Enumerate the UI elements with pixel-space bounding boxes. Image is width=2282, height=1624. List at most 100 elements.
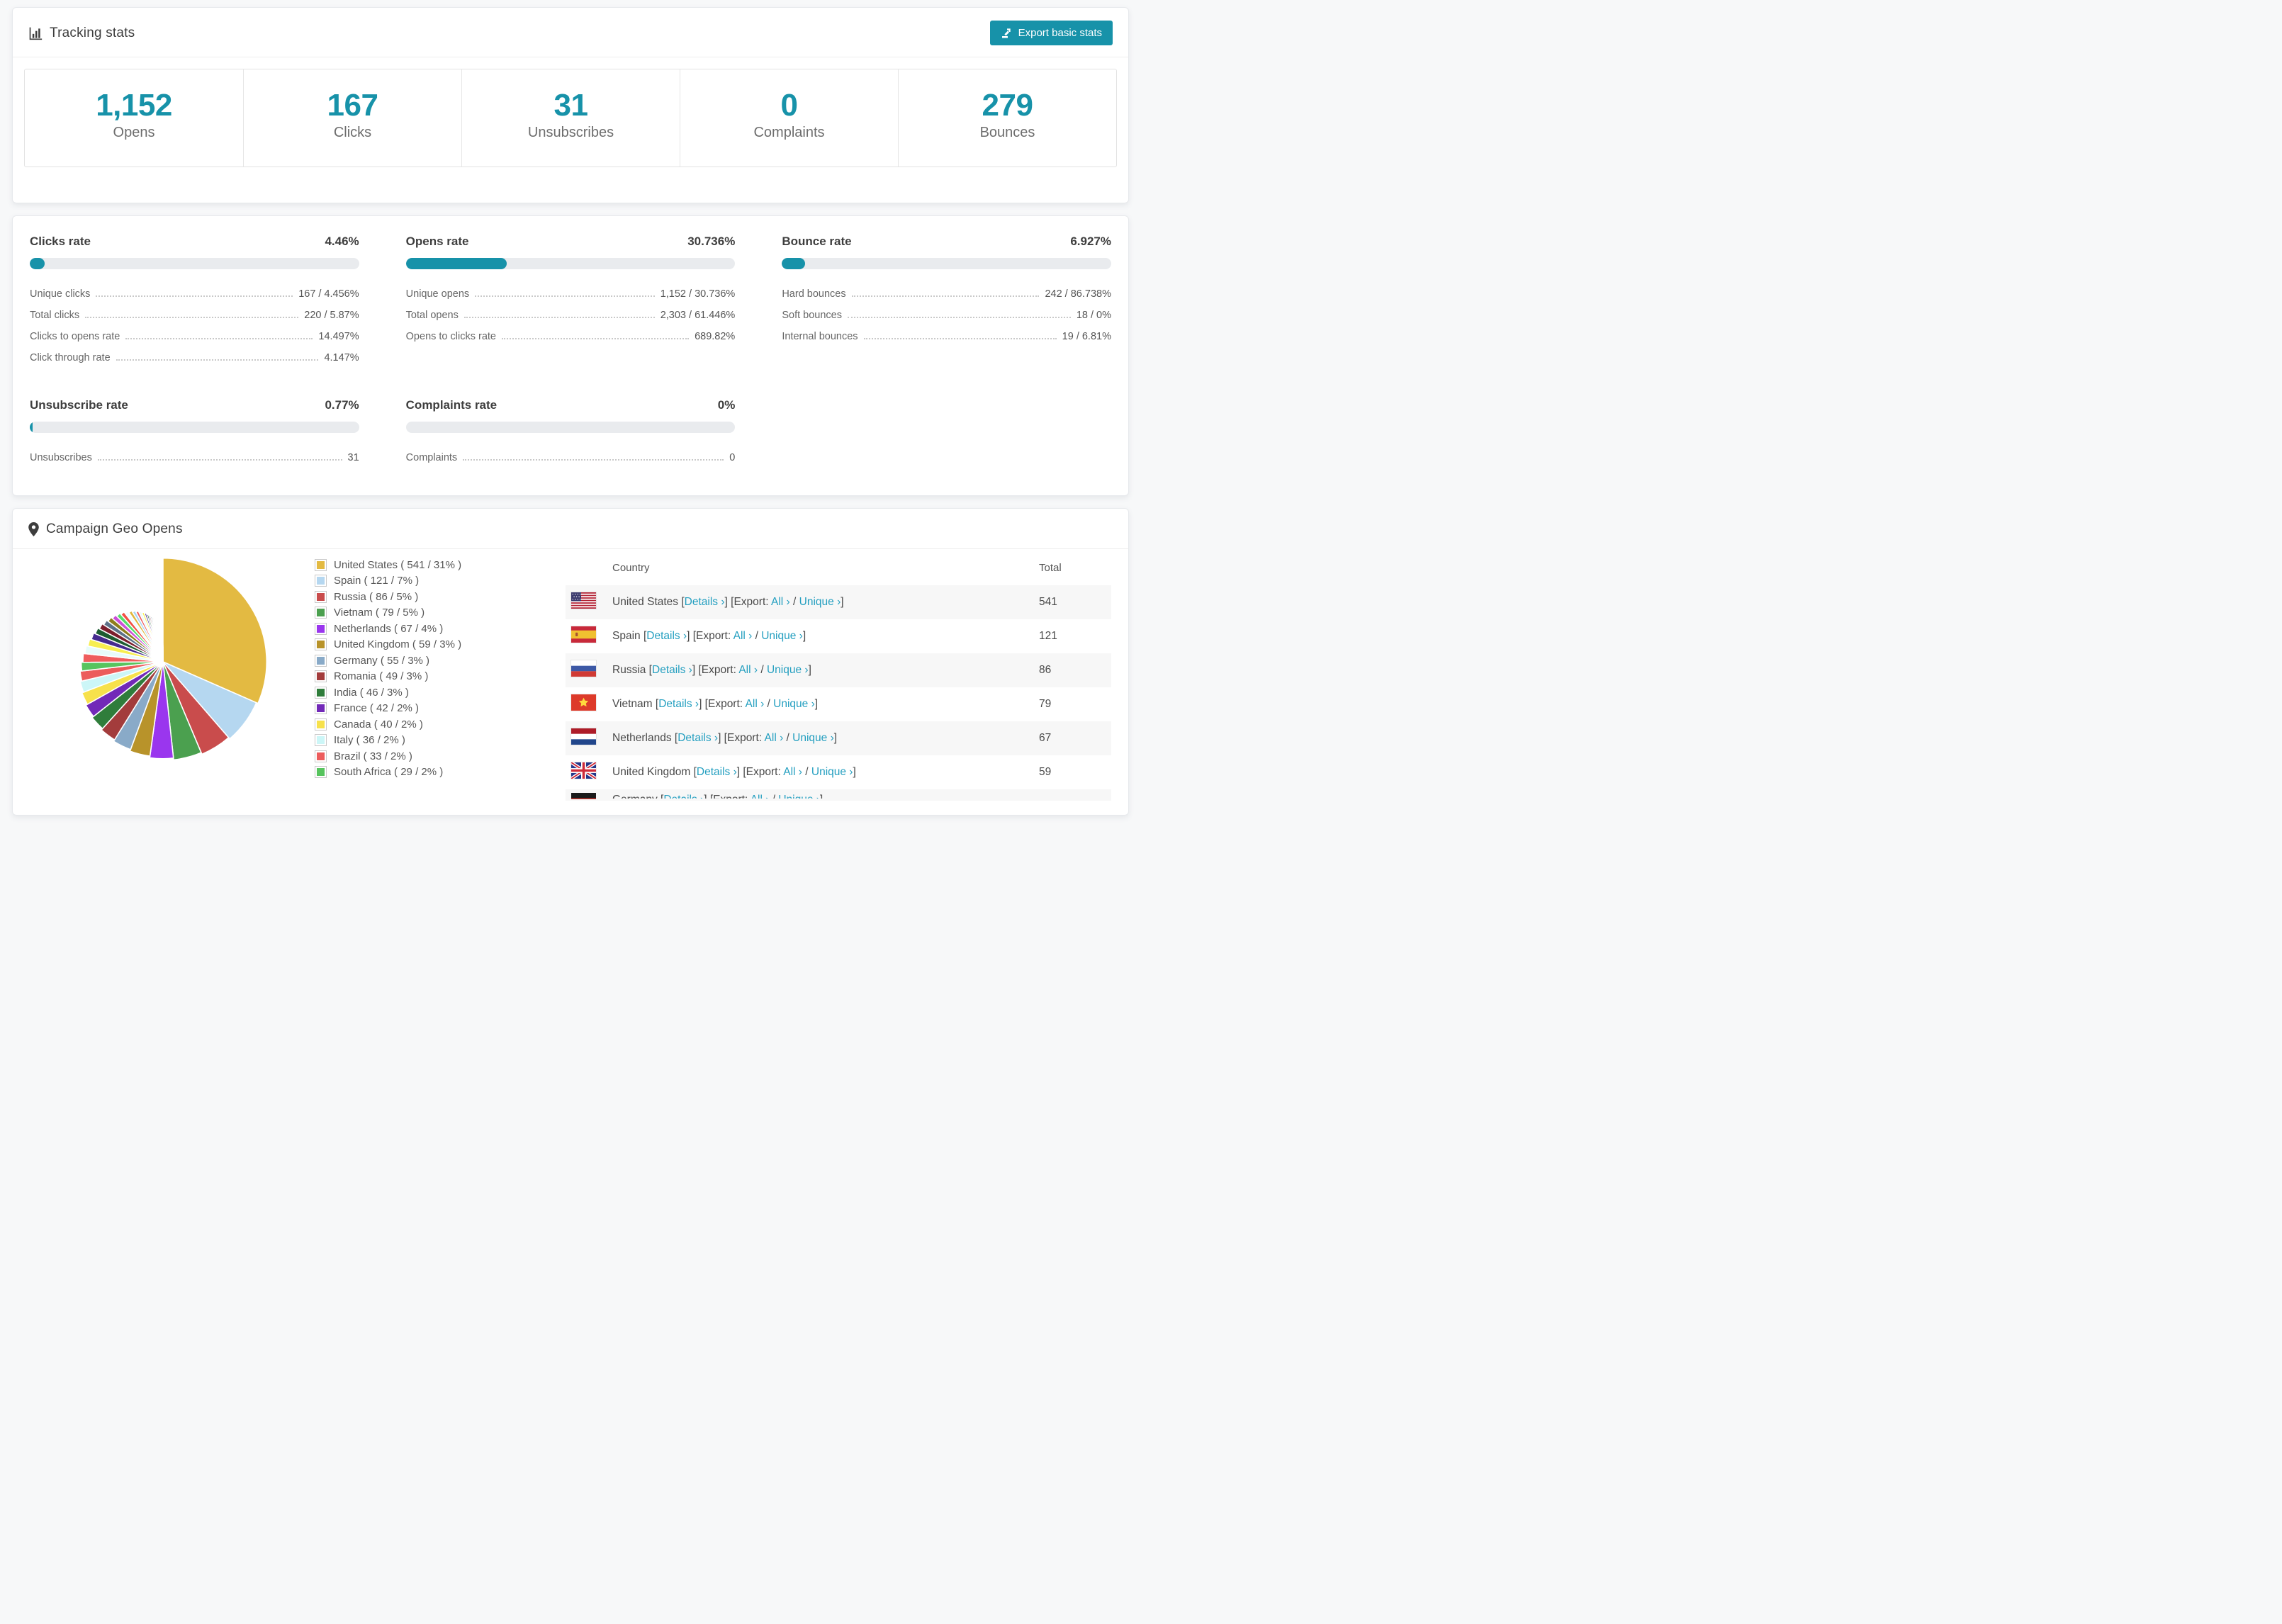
details-link[interactable]: Details ›: [646, 630, 687, 642]
rate-block-opens: Opens rate 30.736% Unique opens 1,152 / …: [405, 235, 736, 368]
rate-head: Complaints rate 0%: [406, 398, 736, 412]
export-unique-link[interactable]: Unique ›: [792, 732, 834, 744]
tracking-stats-header: Tracking stats Export basic stats: [13, 8, 1128, 57]
legend-item-india: India ( 46 / 3% ): [315, 686, 563, 699]
details-link[interactable]: Details ›: [652, 664, 692, 676]
stat-value: 1,152: [96, 88, 172, 123]
metric-clicks-to-opens-rate: Clicks to opens rate 14.497%: [30, 330, 359, 342]
export-unique-link[interactable]: Unique ›: [761, 630, 803, 642]
rate-block-bounce: Bounce rate 6.927% Hard bounces 242 / 86…: [782, 235, 1111, 368]
stat-label: Opens: [113, 124, 155, 140]
country-row-text: Germany [Details ›] [Export: All › / Uni…: [612, 794, 823, 799]
export-all-link[interactable]: All ›: [783, 766, 802, 778]
legend-item-netherlands: Netherlands ( 67 / 4% ): [315, 622, 563, 635]
flag-de-icon: [571, 792, 596, 799]
legend-label: Romania ( 49 / 3% ): [334, 670, 429, 683]
country-total: 59: [1039, 765, 1052, 778]
dotted-leader: [463, 316, 655, 318]
rates-card: Clicks rate 4.46% Unique clicks 167 / 4.…: [12, 215, 1129, 496]
complaints-rate-value: 0%: [717, 397, 736, 412]
rate-head: Opens rate 30.736%: [406, 235, 736, 249]
metric-click-through-rate: Click through rate 4.147%: [30, 351, 359, 363]
stat-label: Complaints: [753, 124, 825, 140]
details-link[interactable]: Details ›: [663, 794, 704, 799]
flag-vn-icon: [571, 694, 596, 711]
metric-soft-bounces: Soft bounces 18 / 0%: [782, 309, 1111, 321]
export-unique-link[interactable]: Unique ›: [773, 698, 815, 710]
map-pin-icon: [28, 521, 39, 536]
legend-label: Canada ( 40 / 2% ): [334, 718, 423, 731]
dotted-leader: [125, 337, 313, 339]
stat-unsubscribes: 31 Unsubscribes: [461, 69, 680, 167]
country-row-text: Russia [Details ›] [Export: All › / Uniq…: [612, 663, 811, 676]
rate-head: Bounce rate 6.927%: [782, 235, 1111, 249]
legend-item-united-kingdom: United Kingdom ( 59 / 3% ): [315, 638, 563, 651]
legend-label: India ( 46 / 3% ): [334, 686, 409, 699]
geo-table-wrap: Country Total United States [Details ›] …: [563, 549, 1128, 801]
export-all-link[interactable]: All ›: [746, 698, 765, 710]
geo-row-netherlands: Netherlands [Details ›] [Export: All › /…: [566, 721, 1111, 755]
clicks-rate-value: 4.46%: [325, 234, 359, 248]
details-link[interactable]: Details ›: [658, 698, 699, 710]
flag-column-header: [566, 553, 605, 585]
geo-row-vietnam: Vietnam [Details ›] [Export: All › / Uni…: [566, 687, 1111, 721]
legend-label: Brazil ( 33 / 2% ): [334, 750, 412, 762]
metric-unique-clicks: Unique clicks 167 / 4.456%: [30, 288, 359, 300]
legend-label: France ( 42 / 2% ): [334, 702, 420, 715]
export-all-link[interactable]: All ›: [771, 596, 790, 608]
details-link[interactable]: Details ›: [685, 596, 725, 608]
flag-gb-icon: [571, 762, 596, 779]
legend-swatch: [315, 607, 327, 619]
geo-content: United States ( 541 / 31% ) Spain ( 121 …: [13, 549, 1128, 801]
country-total: 79: [1039, 697, 1052, 710]
legend-item-romania: Romania ( 49 / 3% ): [315, 670, 563, 683]
dotted-leader: [116, 359, 319, 361]
rate-block-complaints: Complaints rate 0% Complaints 0: [405, 398, 736, 468]
country-total: 541: [1039, 595, 1057, 608]
tracking-stats-title: Tracking stats: [50, 25, 135, 40]
stat-complaints: 0 Complaints: [680, 69, 898, 167]
legend-label: South Africa ( 29 / 2% ): [334, 766, 444, 779]
details-link[interactable]: Details ›: [697, 766, 737, 778]
stat-opens: 1,152 Opens: [25, 69, 243, 167]
flag-us-icon: [571, 592, 596, 609]
legend-item-spain: Spain ( 121 / 7% ): [315, 575, 563, 587]
country-total: 121: [1039, 629, 1057, 642]
export-all-link[interactable]: All ›: [751, 794, 770, 799]
export-all-link[interactable]: All ›: [738, 664, 758, 676]
metric-unsubscribes: Unsubscribes 31: [30, 451, 359, 463]
dotted-leader: [863, 337, 1057, 339]
stat-strip: 1,152 Opens 167 Clicks 31 Unsubscribes 0 Co…: [24, 69, 1117, 167]
export-unique-link[interactable]: Unique ›: [799, 596, 841, 608]
opens-rate-title: Opens rate: [405, 234, 469, 248]
metric-opens-to-clicks-rate: Opens to clicks rate 689.82%: [405, 330, 736, 342]
legend-swatch: [315, 622, 327, 635]
country-row-text: United States [Details ›] [Export: All ›…: [612, 595, 844, 608]
complaints-rate-bar: [405, 421, 736, 433]
legend-swatch: [315, 638, 327, 651]
page: Tracking stats Export basic stats 1,152 …: [0, 0, 1141, 835]
dotted-leader: [501, 337, 690, 339]
total-column-header: Total: [1039, 561, 1062, 574]
geo-title: Campaign Geo Opens: [46, 521, 183, 536]
opens-rate-value: 30.736%: [687, 234, 736, 248]
legend-label: Italy ( 36 / 2% ): [334, 734, 405, 747]
export-all-link[interactable]: All ›: [765, 732, 784, 744]
metric-complaints: Complaints 0: [405, 451, 736, 463]
details-link[interactable]: Details ›: [678, 732, 718, 744]
export-unique-link[interactable]: Unique ›: [811, 766, 853, 778]
export-unique-link[interactable]: Unique ›: [767, 664, 809, 676]
legend-label: Netherlands ( 67 / 4% ): [334, 622, 444, 635]
export-all-link[interactable]: All ›: [734, 630, 753, 642]
export-basic-stats-button[interactable]: Export basic stats: [989, 21, 1113, 45]
metric-total-opens: Total opens 2,303 / 61.446%: [405, 309, 736, 321]
pie-svg: [79, 557, 268, 760]
legend-swatch: [315, 654, 327, 667]
flag-nl-icon: [571, 728, 596, 745]
dotted-leader: [96, 295, 293, 297]
stat-label: Clicks: [333, 124, 372, 140]
flag-ru-icon: [571, 660, 596, 677]
country-row-text: Netherlands [Details ›] [Export: All › /…: [612, 731, 838, 744]
legend-item-south-africa: South Africa ( 29 / 2% ): [315, 766, 563, 779]
export-unique-link[interactable]: Unique ›: [778, 794, 820, 799]
